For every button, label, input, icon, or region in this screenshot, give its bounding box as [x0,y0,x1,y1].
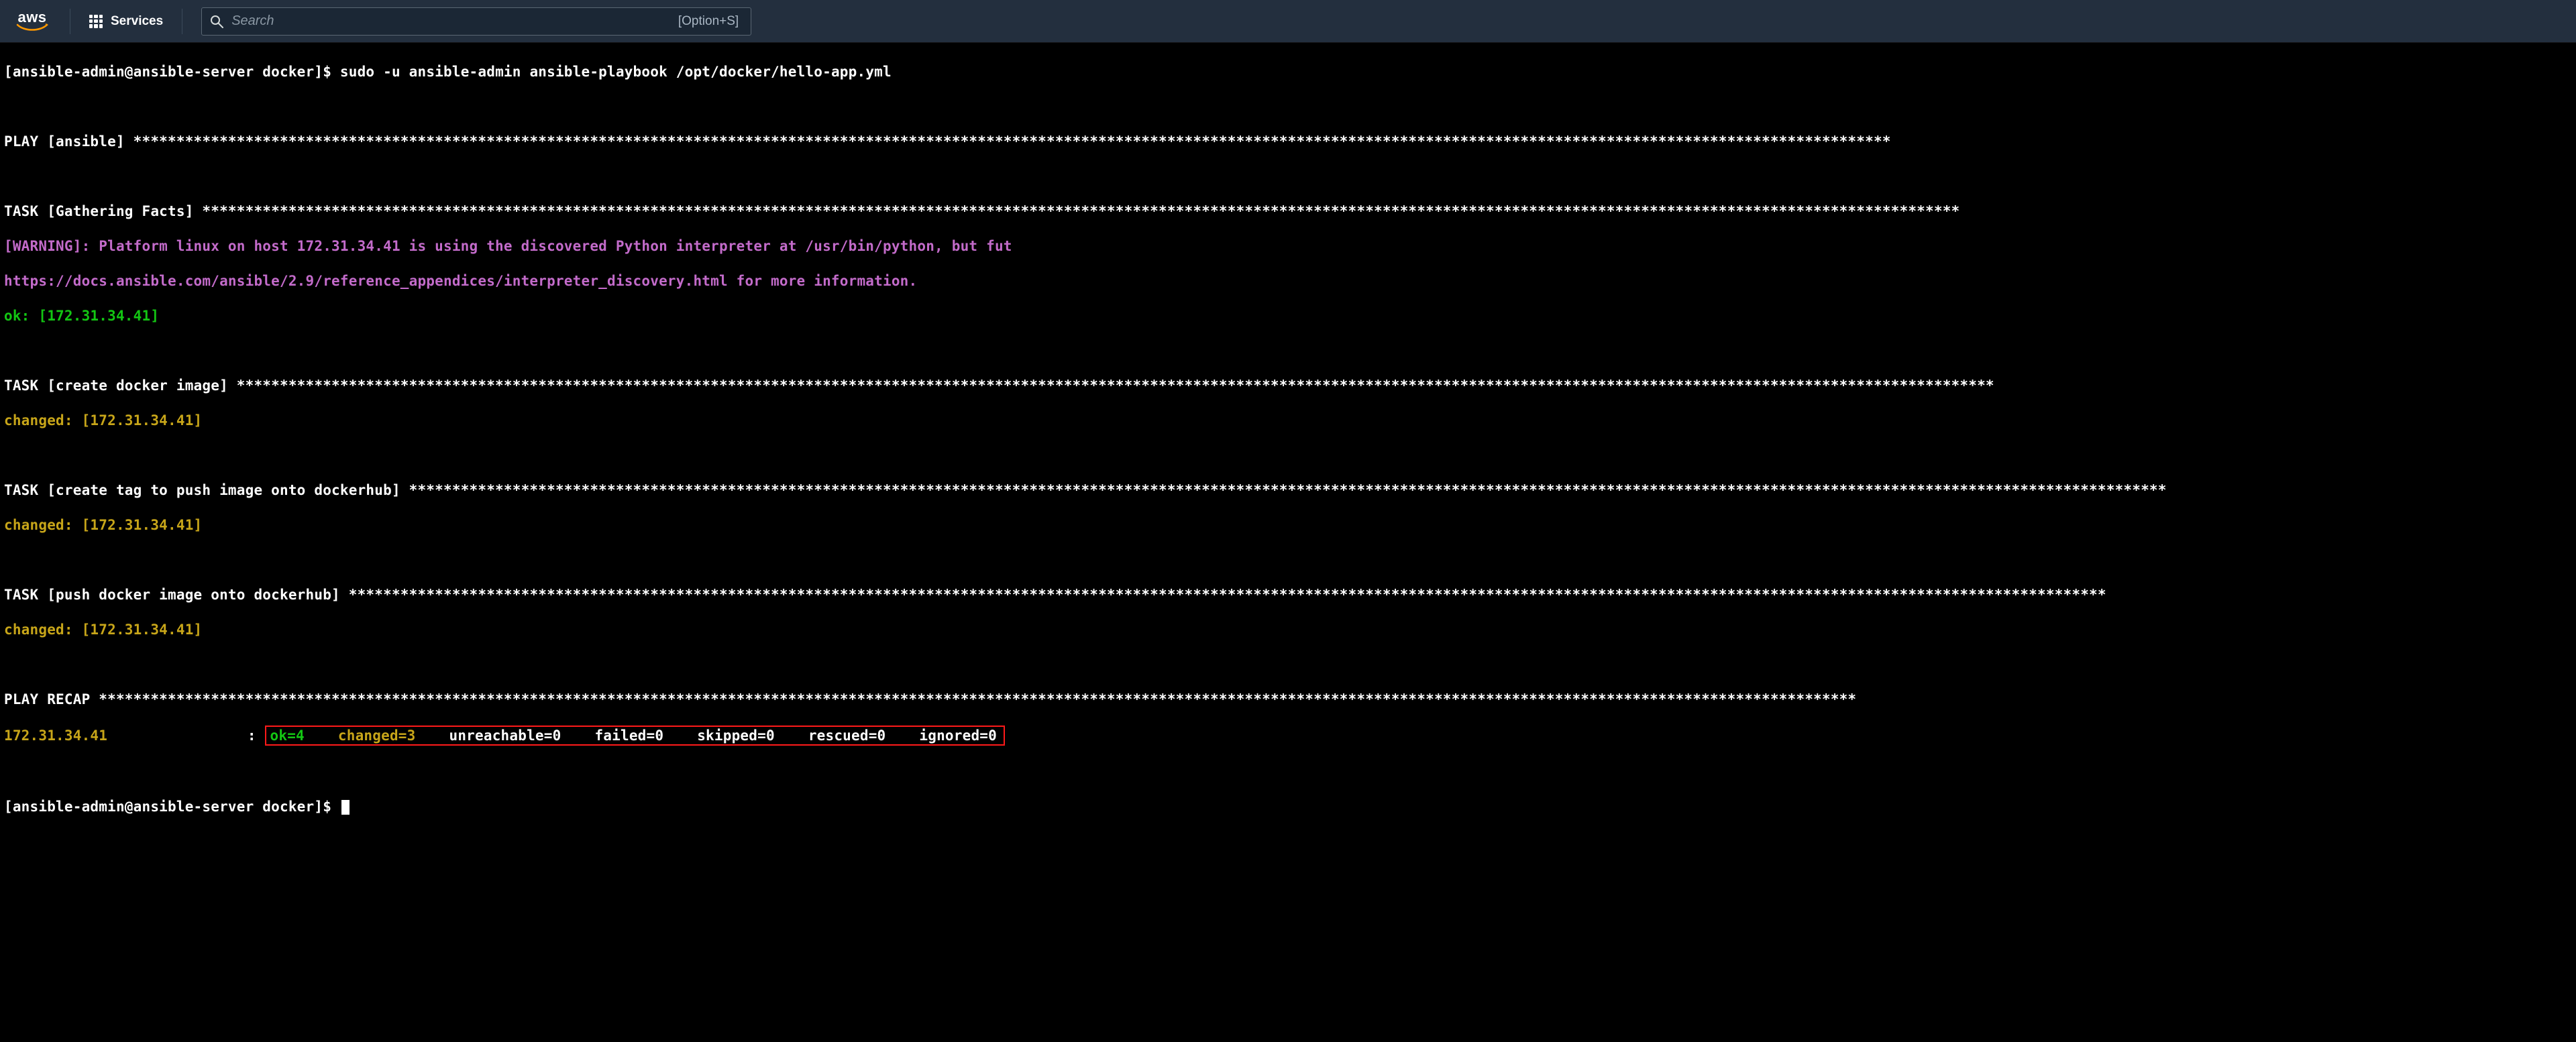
recap-ignored: ignored=0 [919,727,1000,744]
changed-result: changed: [172.31.34.41] [4,622,202,638]
recap-unreachable: unreachable=0 [449,727,595,744]
task-result-changed: changed: [172.31.34.41] [4,621,2572,638]
warning-text: https://docs.ansible.com/ansible/2.9/ref… [4,273,917,289]
play-recap-header: PLAY RECAP *****************************… [4,691,2572,708]
task-label: TASK [push docker image onto dockerhub] [4,587,349,603]
recap-skipped: skipped=0 [697,727,808,744]
task-header-create-docker-image: TASK [create docker image] *************… [4,377,2572,394]
terminal-blank [4,168,2572,185]
aws-logo[interactable]: aws [0,10,66,33]
star-fill: ****************************************… [202,203,1960,219]
task-label: TASK [create tag to push image onto dock… [4,482,409,498]
task-result-changed: changed: [172.31.34.41] [4,412,2572,429]
recap-host: 172.31.34.41 [4,727,239,744]
terminal-blank [4,551,2572,569]
aws-smile-icon [16,23,48,33]
terminal-blank [4,342,2572,359]
terminal-line: [ansible-admin@ansible-server docker]$ s… [4,63,2572,80]
search-icon [202,15,231,28]
warning-line: https://docs.ansible.com/ansible/2.9/ref… [4,272,2572,290]
recap-ok: ok=4 [270,727,338,744]
terminal-blank [4,447,2572,464]
task-result-changed: changed: [172.31.34.41] [4,516,2572,534]
recap-label: PLAY RECAP [4,691,99,707]
terminal-blank [4,763,2572,780]
nav-search[interactable]: [Option+S] [201,7,751,36]
task-label: TASK [create docker image] [4,378,237,394]
task-label: TASK [Gathering Facts] [4,203,202,219]
play-recap-row: 172.31.34.41 : ok=4changed=3unreachable=… [4,726,2572,746]
task-header-create-tag: TASK [create tag to push image onto dock… [4,481,2572,499]
search-shortcut-hint: [Option+S] [678,14,739,29]
terminal-blank [4,656,2572,673]
warning-line: [WARNING]: Platform linux on host 172.31… [4,237,2572,255]
recap-changed: changed=3 [338,727,449,744]
changed-result: changed: [172.31.34.41] [4,412,202,428]
star-fill: ****************************************… [133,133,1891,150]
recap-rescued: rescued=0 [808,727,920,744]
services-grid-icon [89,15,103,28]
services-button[interactable]: Services [74,0,178,42]
star-fill: ****************************************… [99,691,1856,707]
services-label: Services [111,14,163,29]
search-input[interactable] [231,13,666,29]
ok-result: ok: [172.31.34.41] [4,308,159,324]
star-fill: ****************************************… [409,482,2167,498]
terminal-output[interactable]: [ansible-admin@ansible-server docker]$ s… [0,43,2576,835]
changed-result: changed: [172.31.34.41] [4,517,202,533]
terminal-blank [4,98,2572,115]
terminal-cursor [341,800,350,815]
star-fill: ****************************************… [237,378,1994,394]
recap-colon: : [239,727,265,744]
terminal-line: [ansible-admin@ansible-server docker]$ [4,798,2572,815]
play-header-label: PLAY [ansible] [4,133,133,150]
shell-prompt: [ansible-admin@ansible-server docker]$ [4,64,340,80]
task-header-push-docker-image: TASK [push docker image onto dockerhub] … [4,586,2572,603]
shell-command: sudo -u ansible-admin ansible-playbook /… [340,64,892,80]
recap-failed: failed=0 [594,727,697,744]
aws-logo-text: aws [17,10,46,25]
star-fill: ****************************************… [349,587,2106,603]
warning-text: [WARNING]: Platform linux on host 172.31… [4,238,1012,254]
shell-prompt: [ansible-admin@ansible-server docker]$ [4,799,340,815]
task-result-ok: ok: [172.31.34.41] [4,307,2572,325]
task-header-gathering-facts: TASK [Gathering Facts] *****************… [4,202,2572,220]
recap-highlight-box: ok=4changed=3unreachable=0failed=0skippe… [265,726,1005,746]
play-header: PLAY [ansible] *************************… [4,133,2572,150]
aws-top-nav: aws Services [Option+S] [0,0,2576,43]
